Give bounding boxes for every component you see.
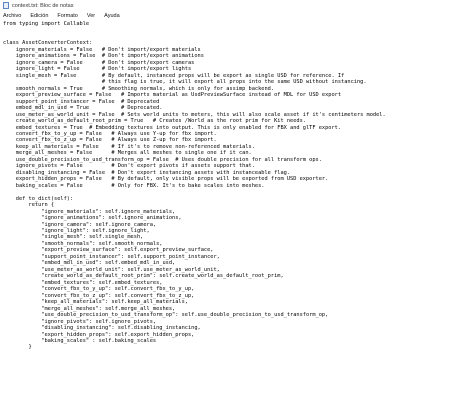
menu-edicion[interactable]: Edición xyxy=(30,13,48,19)
notepad-icon xyxy=(3,2,9,9)
menu-bar: Archivo Edición Formato Ver Ayuda xyxy=(0,11,474,20)
menu-formato[interactable]: Formato xyxy=(57,13,77,19)
menu-archivo[interactable]: Archivo xyxy=(3,13,21,19)
window-title: context.txt: Bloc de notas xyxy=(12,2,74,9)
text-editor-area[interactable]: from typing import Callable class AssetCo… xyxy=(3,21,474,404)
menu-ver[interactable]: Ver xyxy=(87,13,95,19)
text-line: } xyxy=(3,344,32,351)
menu-ayuda[interactable]: Ayuda xyxy=(104,13,120,19)
title-bar: context.txt: Bloc de notas xyxy=(0,0,474,11)
